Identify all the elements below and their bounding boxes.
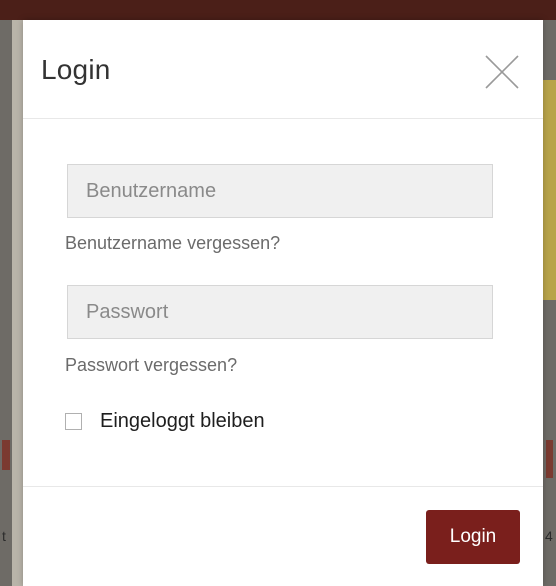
login-button[interactable]: Login [426,510,520,564]
login-modal: Login Benutzername vergessen? Passwort v… [23,20,543,586]
modal-header: Login [23,20,543,119]
close-icon [485,55,519,89]
remember-me-toggle[interactable]: Eingeloggt bleiben [65,409,265,433]
username-input[interactable] [67,164,493,218]
background-right-highlight [543,80,556,300]
background-left-strip [0,20,12,586]
background-right-text: 4 [545,528,553,544]
forgot-password-link[interactable]: Passwort vergessen? [65,355,237,376]
modal-footer: Login [23,486,543,586]
forgot-username-link[interactable]: Benutzername vergessen? [65,233,280,254]
background-left-mark [2,440,10,470]
modal-body: Benutzername vergessen? Passwort vergess… [23,119,543,485]
background-top-bar [0,0,556,20]
remember-me-label: Eingeloggt bleiben [100,409,265,432]
remember-me-checkbox[interactable] [65,412,82,430]
password-input[interactable] [67,285,493,339]
modal-title: Login [41,54,111,85]
background-right-mark [546,440,553,478]
background-left-text: t [2,528,6,544]
close-button[interactable] [484,54,520,90]
viewport: t 4 Login Benutzername vergessen? Passwo… [0,0,556,586]
